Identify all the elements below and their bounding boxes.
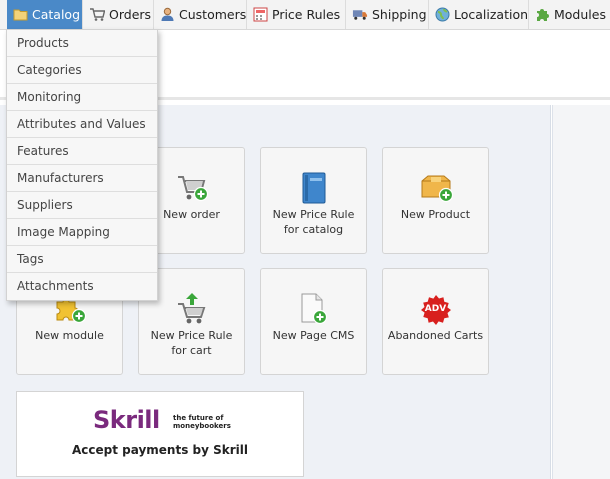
cart-up-icon <box>175 292 209 329</box>
page-add-icon <box>299 293 329 328</box>
calculator-icon <box>253 7 268 23</box>
adv-badge-text: ADV <box>424 304 447 314</box>
tab-localization[interactable]: Localization <box>429 0 529 29</box>
book-icon <box>301 172 327 207</box>
skrill-logo: Skrill <box>93 406 160 434</box>
menu-item-manufacturers[interactable]: Manufacturers <box>7 165 157 192</box>
box-add-icon <box>419 173 453 206</box>
menu-item-monitoring[interactable]: Monitoring <box>7 84 157 111</box>
tab-price-rules[interactable]: Price Rules <box>247 0 346 29</box>
menu-item-suppliers[interactable]: Suppliers <box>7 192 157 219</box>
user-icon <box>160 7 175 23</box>
menu-item-attributes-values[interactable]: Attributes and Values <box>7 111 157 138</box>
top-menu: Catalog Orders Customers Price Rules Shi… <box>0 0 610 30</box>
puzzle-icon <box>535 7 550 23</box>
right-column <box>552 105 610 479</box>
catalog-dropdown-menu: Products Categories Monitoring Attribute… <box>6 29 158 301</box>
skrill-banner[interactable]: Skrill the future of moneybookers Accept… <box>16 391 304 477</box>
tab-catalog-label: Catalog <box>32 7 81 22</box>
menu-item-categories[interactable]: Categories <box>7 57 157 84</box>
menu-item-products[interactable]: Products <box>7 30 157 57</box>
tab-orders[interactable]: Orders <box>83 0 154 29</box>
globe-icon <box>435 7 450 23</box>
menu-item-features[interactable]: Features <box>7 138 157 165</box>
adv-badge-icon: ADV <box>420 294 452 326</box>
truck-icon <box>352 7 368 23</box>
tile-label: New Price Rule for cart <box>150 329 233 357</box>
quick-access-new-product[interactable]: New Product <box>382 147 489 254</box>
quick-access-new-page-cms[interactable]: New Page CMS <box>260 268 367 375</box>
tab-price-rules-label: Price Rules <box>272 7 341 22</box>
tile-label: New module <box>35 329 104 342</box>
menu-item-image-mapping[interactable]: Image Mapping <box>7 219 157 246</box>
tab-modules[interactable]: Modules <box>529 0 610 29</box>
menu-item-attachments[interactable]: Attachments <box>7 273 157 300</box>
tab-customers-label: Customers <box>179 7 247 22</box>
tile-label: Abandoned Carts <box>387 329 484 342</box>
quick-access-new-price-rule-catalog[interactable]: New Price Rule for catalog <box>260 147 367 254</box>
tile-label: New Page CMS <box>272 329 355 342</box>
tab-localization-label: Localization <box>454 7 529 22</box>
tab-catalog[interactable]: Catalog <box>7 0 83 29</box>
tab-customers[interactable]: Customers <box>154 0 247 29</box>
tile-label: New Product <box>400 208 471 221</box>
tab-shipping-label: Shipping <box>372 7 427 22</box>
cart-add-icon <box>175 172 209 207</box>
cart-icon <box>89 7 105 23</box>
skrill-text: Accept payments by Skrill <box>71 443 248 457</box>
tab-orders-label: Orders <box>109 7 152 22</box>
menu-item-tags[interactable]: Tags <box>7 246 157 273</box>
tile-label: New Price Rule for catalog <box>272 208 355 236</box>
skrill-tagline: the future of moneybookers <box>173 414 231 430</box>
folder-icon <box>13 7 28 23</box>
tab-shipping[interactable]: Shipping <box>346 0 429 29</box>
tab-modules-label: Modules <box>554 7 606 22</box>
quick-access-abandoned-carts[interactable]: ADV Abandoned Carts <box>382 268 489 375</box>
